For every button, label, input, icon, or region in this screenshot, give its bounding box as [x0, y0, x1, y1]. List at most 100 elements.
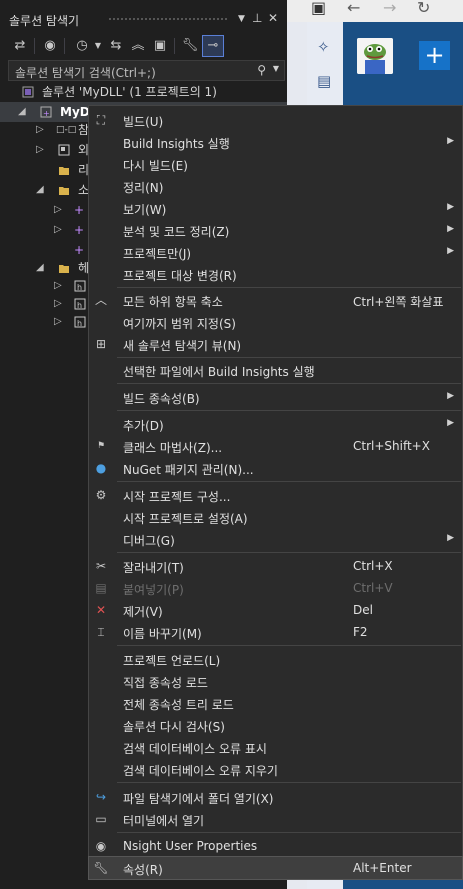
menu-item-configure-startup[interactable]: ⚙ 시작 프로젝트 구성... [89, 484, 462, 506]
menu-item-remove[interactable]: ✕ 제거(V) Del [89, 599, 462, 621]
svg-text:h: h [77, 319, 82, 328]
tree-row-solution[interactable]: 솔루션 'MyDLL' (1 프로젝트의 1) [0, 82, 287, 102]
sidebar-toggle-icon[interactable]: ▣ [311, 0, 326, 17]
menu-item-project-only[interactable]: 프로젝트만(J) ▶ [89, 241, 462, 263]
toolbar-divider [34, 38, 35, 54]
switch-views-icon[interactable]: ⇄ [10, 36, 30, 56]
tree-row-external[interactable]: ▷ 외 [0, 140, 89, 160]
close-icon[interactable]: ✕ [268, 11, 278, 25]
tree-row-file[interactable]: ▷ + [0, 200, 88, 220]
back-icon[interactable]: ← [347, 0, 360, 17]
avatar[interactable] [357, 38, 393, 74]
menu-item-label: 파일 탐색기에서 폴더 열기(X) [123, 792, 274, 806]
tree-row-folder[interactable]: ◢ 소 [0, 180, 89, 200]
cpp-file-icon: + [74, 203, 85, 217]
menu-item-shortcut: F2 [353, 625, 368, 639]
menu-item-nuget[interactable]: ● NuGet 패키지 관리(N)... [89, 457, 462, 479]
folder-icon [59, 265, 69, 273]
chevron-down-icon[interactable]: ▼ [88, 36, 108, 56]
menu-item-class-wizard[interactable]: ⚑ 클래스 마법사(Z)... Ctrl+Shift+X [89, 435, 462, 457]
folder-icon [59, 187, 69, 195]
chevron-right-icon[interactable]: ▷ [54, 312, 62, 332]
menu-item-analyze[interactable]: 분석 및 코드 정리(Z) ▶ [89, 219, 462, 241]
show-all-icon[interactable]: ▣ [150, 36, 170, 56]
menu-item-add[interactable]: 추가(D) ▶ [89, 413, 462, 435]
sparkle-icon[interactable]: ✧ [317, 38, 330, 56]
menu-item-open-terminal[interactable]: ▭ 터미널에서 열기 [89, 808, 462, 830]
menu-item-properties[interactable]: 🔧︎ 속성(R) Alt+Enter [88, 856, 463, 880]
menu-separator [117, 287, 461, 288]
menu-item-open-in-explorer[interactable]: ↪ 파일 탐색기에서 폴더 열기(X) [89, 786, 462, 808]
chevron-right-icon[interactable]: ▷ [54, 294, 62, 314]
svg-text:h: h [77, 283, 82, 292]
forward-icon[interactable]: → [383, 0, 396, 17]
tree-row-references[interactable]: ▷ □-□ 참 [0, 120, 89, 140]
menu-item-rescan[interactable]: 솔루션 다시 검사(S) [89, 714, 462, 736]
menu-item-rename[interactable]: ⌶ 이름 바꾸기(M) F2 [89, 621, 462, 643]
collapse-icon: ︿ [94, 293, 107, 307]
wrench-icon: 🔧︎ [93, 861, 109, 875]
menu-item-build-dependencies[interactable]: 빌드 종속성(B) ▶ [89, 386, 462, 408]
sync-icon[interactable]: ⇆ [106, 36, 126, 56]
search-input[interactable]: 솔루션 탐색기 검색(Ctrl+;) ⚲ ▼ [8, 60, 285, 81]
submenu-arrow-icon: ▶ [447, 533, 454, 543]
refresh-icon[interactable]: ↻ [417, 0, 430, 17]
menu-item-show-db-errors[interactable]: 검색 데이터베이스 오류 표시 [89, 736, 462, 758]
menu-item-view[interactable]: 보기(W) ▶ [89, 197, 462, 219]
menu-item-build-insights[interactable]: Build Insights 실행 ▶ [89, 131, 462, 153]
tree-row-file[interactable]: ▷ h [0, 276, 88, 296]
menu-item-scope[interactable]: 여기까지 범위 지정(S) [89, 311, 462, 333]
menu-item-label: 정리(N) [123, 181, 164, 195]
chevron-right-icon[interactable]: ▷ [36, 120, 44, 140]
menu-item-unload[interactable]: 프로젝트 언로드(L) [89, 648, 462, 670]
menu-separator [117, 645, 461, 646]
menu-item-cut[interactable]: ✂ 잘라내기(T) Ctrl+X [89, 555, 462, 577]
menu-item-collapse-all[interactable]: ︿ 모든 하위 항목 축소 Ctrl+왼쪽 화살표 [89, 289, 462, 311]
search-icon[interactable]: ⚲ [257, 63, 266, 77]
menu-item-retarget[interactable]: 프로젝트 대상 변경(R) [89, 263, 462, 285]
tree-row-file[interactable]: ▷ h [0, 294, 88, 314]
chevron-right-icon[interactable]: ▷ [36, 140, 44, 160]
chevron-down-icon[interactable]: ▼ [273, 64, 279, 73]
dropdown-icon[interactable]: ▼ [238, 14, 245, 24]
menu-item-label: 시작 프로젝트로 설정(A) [123, 512, 248, 526]
properties-icon[interactable]: 🔧︎ [180, 36, 200, 56]
menu-item-debug[interactable]: 디버그(G) ▶ [89, 528, 462, 550]
project-icon: + [40, 106, 52, 118]
add-button[interactable]: + [419, 41, 450, 70]
save-icon[interactable]: ▤ [317, 72, 331, 90]
globe-icon[interactable]: ◉ [40, 36, 60, 56]
menu-item-label: 클래스 마법사(Z)... [123, 441, 223, 455]
panel-drag-grip[interactable] [108, 17, 228, 22]
tree-row-folder[interactable]: ◢ 헤 [0, 258, 89, 278]
header-file-icon: h [74, 316, 86, 328]
collapse-icon[interactable]: ︽ [128, 36, 148, 56]
submenu-arrow-icon: ▶ [447, 246, 454, 256]
chevron-right-icon[interactable]: ▷ [54, 200, 62, 220]
menu-item-clean[interactable]: 정리(N) [89, 175, 462, 197]
frog-avatar-icon [357, 38, 393, 74]
preview-icon[interactable]: ⊸ [202, 35, 224, 57]
menu-item-new-view[interactable]: ⊞ 새 솔루션 탐색기 뷰(N) [89, 333, 462, 355]
chevron-right-icon[interactable]: ▷ [54, 220, 62, 240]
tree-row-file[interactable]: ▷ h [0, 312, 88, 332]
menu-item-rebuild[interactable]: 다시 빌드(E) [89, 153, 462, 175]
chevron-right-icon[interactable]: ▷ [54, 276, 62, 296]
tree-row-file[interactable]: ▷ + [0, 220, 88, 240]
chevron-down-icon[interactable]: ◢ [18, 102, 26, 122]
menu-item-clear-db-errors[interactable]: 검색 데이터베이스 오류 지우기 [89, 758, 462, 780]
chevron-down-icon[interactable]: ◢ [36, 258, 44, 278]
menu-item-build-insights-selected[interactable]: 선택한 파일에서 Build Insights 실행 [89, 359, 462, 381]
menu-item-load-direct[interactable]: 직접 종속성 로드 [89, 670, 462, 692]
tree-row-folder[interactable]: 리 [0, 160, 89, 180]
menu-item-label: 빌드(U) [123, 115, 164, 129]
menu-item-load-tree[interactable]: 전체 종속성 트리 로드 [89, 692, 462, 714]
pin-icon[interactable]: ⊥ [252, 11, 262, 25]
chevron-down-icon[interactable]: ◢ [36, 180, 44, 200]
menu-item-set-startup[interactable]: 시작 프로젝트로 설정(A) [89, 506, 462, 528]
menu-item-build[interactable]: ⛶ 빌드(U) [89, 109, 462, 131]
tree-row-file[interactable]: + [0, 240, 88, 260]
menu-item-paste[interactable]: ▤ 붙여넣기(P) Ctrl+V [89, 577, 462, 599]
menu-item-nsight[interactable]: ◉ Nsight User Properties [89, 835, 462, 857]
menu-item-shortcut: Ctrl+X [353, 559, 393, 573]
